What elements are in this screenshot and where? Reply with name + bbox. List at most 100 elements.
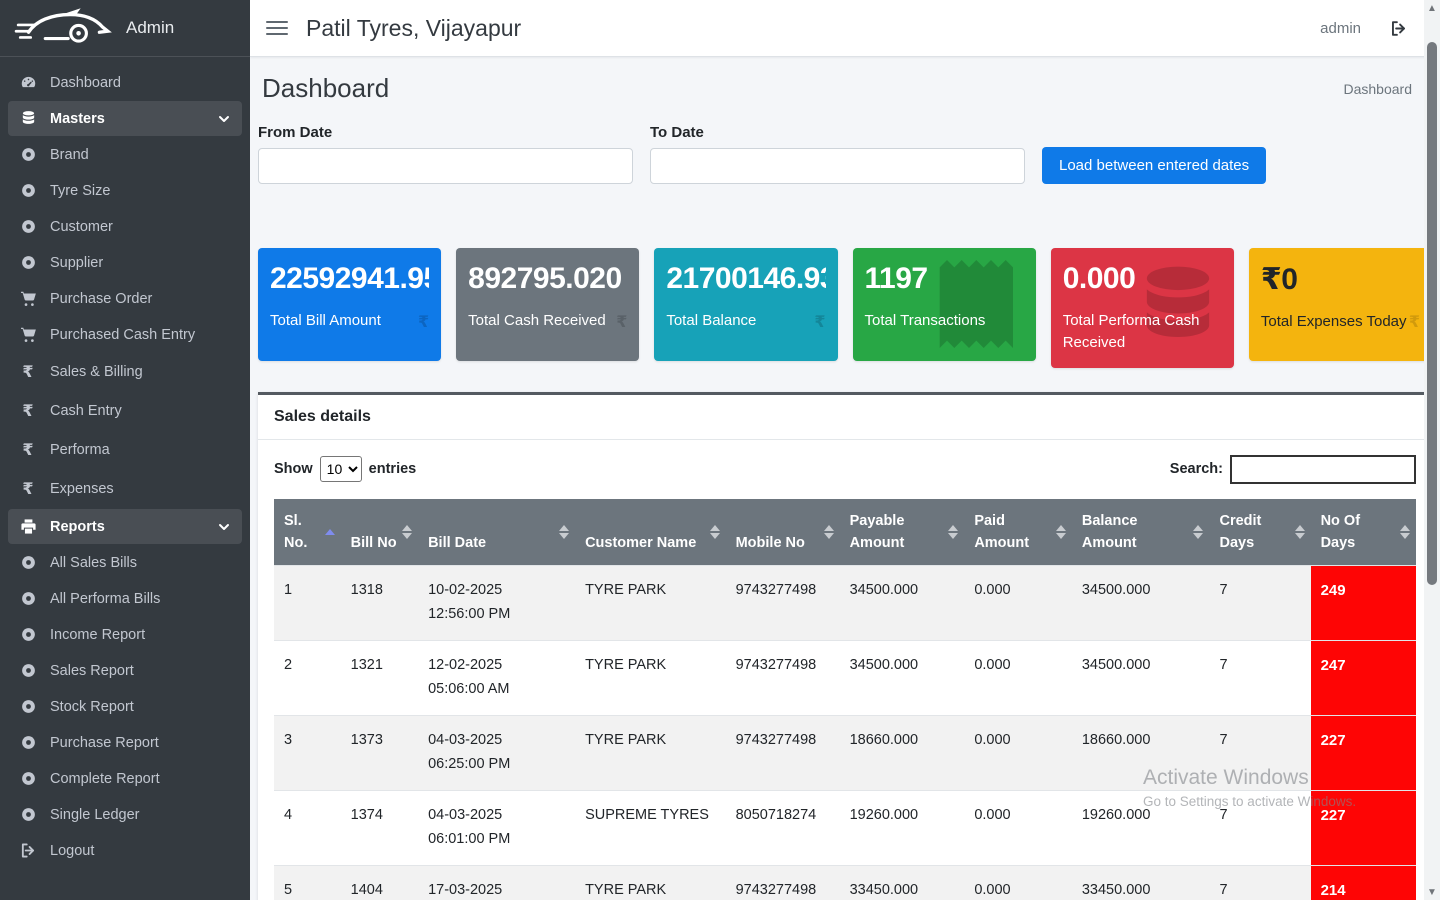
sort-icons xyxy=(1400,525,1410,539)
cell-no_of_days: 227 xyxy=(1311,716,1416,791)
cell-no_of_days: 214 xyxy=(1311,865,1416,900)
stat-value: 21700146.930 xyxy=(666,262,825,296)
database-icon xyxy=(16,110,40,127)
sort-icons xyxy=(402,525,412,539)
column-label: Bill Date xyxy=(428,535,486,551)
sidebar-item-label: Dashboard xyxy=(50,75,121,91)
column-header-payable-amount[interactable]: Payable Amount xyxy=(840,499,965,566)
cell-paid_amount: 0.000 xyxy=(964,790,1072,865)
sidebar-item-purchase-order[interactable]: Purchase Order xyxy=(8,281,242,316)
sidebar-item-label: Masters xyxy=(50,111,105,127)
from-date-label: From Date xyxy=(258,124,633,141)
cell-no_of_days: 247 xyxy=(1311,641,1416,716)
rupee-icon: ₹ xyxy=(16,440,40,460)
sidebar-item-sales-billing[interactable]: ₹Sales & Billing xyxy=(8,353,242,391)
sidebar-item-label: Income Report xyxy=(50,627,145,643)
circle-dot-icon xyxy=(16,770,40,787)
sidebar-item-cash-entry[interactable]: ₹Cash Entry xyxy=(8,392,242,430)
sidebar-item-all-sales-bills[interactable]: All Sales Bills xyxy=(8,545,242,580)
stat-card-total-bill-amount: 22592941.950Total Bill Amount₹ xyxy=(258,248,441,361)
sidebar-item-customer[interactable]: Customer xyxy=(8,209,242,244)
column-header-credit-days[interactable]: Credit Days xyxy=(1209,499,1310,566)
table-row: 4137404-03-202506:01:00 PMSUPREME TYRES8… xyxy=(274,790,1416,865)
stat-value: ₹0 xyxy=(1261,262,1420,297)
sidebar-item-stock-report[interactable]: Stock Report xyxy=(8,689,242,724)
cell-sl: 4 xyxy=(274,790,341,865)
sign-out-icon[interactable] xyxy=(1389,19,1408,38)
stat-value: 1197 xyxy=(865,262,1024,296)
column-label: Credit Days xyxy=(1219,513,1261,551)
sidebar-item-label: Reports xyxy=(50,519,105,535)
stat-label: Total Performa Cash Received xyxy=(1063,310,1222,354)
sidebar-item-label: Cash Entry xyxy=(50,403,122,419)
sidebar-item-single-ledger[interactable]: Single Ledger xyxy=(8,797,242,832)
sales-panel: Sales details Show 10 entries Search: xyxy=(258,392,1432,900)
cell-no_of_days: 227 xyxy=(1311,790,1416,865)
sidebar-item-expenses[interactable]: ₹Expenses xyxy=(8,470,242,508)
cell-balance_amount: 18660.000 xyxy=(1072,716,1210,791)
sidebar-item-label: Purchased Cash Entry xyxy=(50,327,195,343)
header-row: Sl. No.Bill No Bill Date Customer NameMobi… xyxy=(274,499,1416,566)
sort-icons xyxy=(559,525,569,539)
sidebar-item-complete-report[interactable]: Complete Report xyxy=(8,761,242,796)
load-dates-button[interactable]: Load between entered dates xyxy=(1042,147,1266,184)
show-entries-group: Show 10 entries xyxy=(274,456,416,482)
sidebar-item-income-report[interactable]: Income Report xyxy=(8,617,242,652)
chevron-down-icon xyxy=(218,521,230,533)
sidebar-item-label: Customer xyxy=(50,219,113,235)
cell-bill_no: 1404 xyxy=(341,865,418,900)
stat-card-total-performa-cash-received: 0.000Total Performa Cash Received xyxy=(1051,248,1234,368)
stat-card-total-cash-received: 892795.020Total Cash Received₹ xyxy=(456,248,639,361)
user-menu[interactable]: admin xyxy=(1320,20,1361,37)
cell-mobile_no: 9743277498 xyxy=(726,566,840,641)
column-header-paid-amount[interactable]: Paid Amount xyxy=(964,499,1072,566)
sort-icons xyxy=(1193,525,1203,539)
vertical-scrollbar[interactable]: ▲ ▼ xyxy=(1424,0,1440,900)
sales-table: Sl. No.Bill No Bill Date Customer NameMobi… xyxy=(274,499,1416,900)
sidebar-item-dashboard[interactable]: Dashboard xyxy=(8,65,242,100)
sidebar-item-performa[interactable]: ₹Performa xyxy=(8,431,242,469)
sidebar-item-logout[interactable]: Logout xyxy=(8,833,242,868)
sidebar-item-masters[interactable]: Masters xyxy=(8,101,242,136)
sidebar-item-label: Brand xyxy=(50,147,89,163)
from-date-input[interactable] xyxy=(258,148,633,184)
sort-icons xyxy=(1056,525,1066,539)
sidebar-menu: Dashboard Masters Brand Tyre Size Customer Su… xyxy=(0,57,250,877)
to-date-input[interactable] xyxy=(650,148,1025,184)
cell-bill_date: 04-03-202506:01:00 PM xyxy=(418,790,575,865)
column-header-bill-no[interactable]: Bill No xyxy=(341,499,418,566)
cell-bill_no: 1321 xyxy=(341,641,418,716)
column-header-customer-name[interactable]: Customer Name xyxy=(575,499,726,566)
sales-panel-title: Sales details xyxy=(258,395,1432,440)
column-header-bill-date[interactable]: Bill Date xyxy=(418,499,575,566)
breadcrumb[interactable]: Dashboard xyxy=(1344,81,1429,97)
column-header-no-of-days[interactable]: No Of Days xyxy=(1311,499,1416,566)
main-area: Patil Tyres, Vijayapur admin Dashboard D… xyxy=(250,0,1440,900)
sidebar-item-supplier[interactable]: Supplier xyxy=(8,245,242,280)
scroll-up-icon[interactable]: ▲ xyxy=(1427,0,1437,16)
show-label: Show xyxy=(274,461,313,477)
sidebar-item-purchased-cash-entry[interactable]: Purchased Cash Entry xyxy=(8,317,242,352)
column-label: Payable Amount xyxy=(850,513,905,551)
column-header-mobile-no[interactable]: Mobile No xyxy=(726,499,840,566)
entries-select[interactable]: 10 xyxy=(320,456,362,482)
scrollbar-thumb[interactable] xyxy=(1427,42,1437,585)
sidebar-item-label: Stock Report xyxy=(50,699,134,715)
search-input[interactable] xyxy=(1230,455,1416,484)
circle-dot-icon xyxy=(16,734,40,751)
sidebar-item-tyre-size[interactable]: Tyre Size xyxy=(8,173,242,208)
sort-icons xyxy=(710,525,720,539)
column-header-sl-no[interactable]: Sl. No. xyxy=(274,499,341,566)
stat-label: Total Expenses Today xyxy=(1261,311,1420,333)
sidebar-item-purchase-report[interactable]: Purchase Report xyxy=(8,725,242,760)
sidebar-item-all-performa-bills[interactable]: All Performa Bills xyxy=(8,581,242,616)
column-header-balance-amount[interactable]: Balance Amount xyxy=(1072,499,1210,566)
circle-dot-icon xyxy=(16,806,40,823)
brand-header[interactable]: Admin xyxy=(0,0,250,57)
scroll-down-icon[interactable]: ▼ xyxy=(1427,884,1437,900)
sidebar-item-brand[interactable]: Brand xyxy=(8,137,242,172)
sidebar-item-reports[interactable]: Reports xyxy=(8,509,242,544)
table-row: 2132112-02-202505:06:00 AMTYRE PARK97432… xyxy=(274,641,1416,716)
hamburger-icon[interactable] xyxy=(266,21,288,35)
sidebar-item-sales-report[interactable]: Sales Report xyxy=(8,653,242,688)
